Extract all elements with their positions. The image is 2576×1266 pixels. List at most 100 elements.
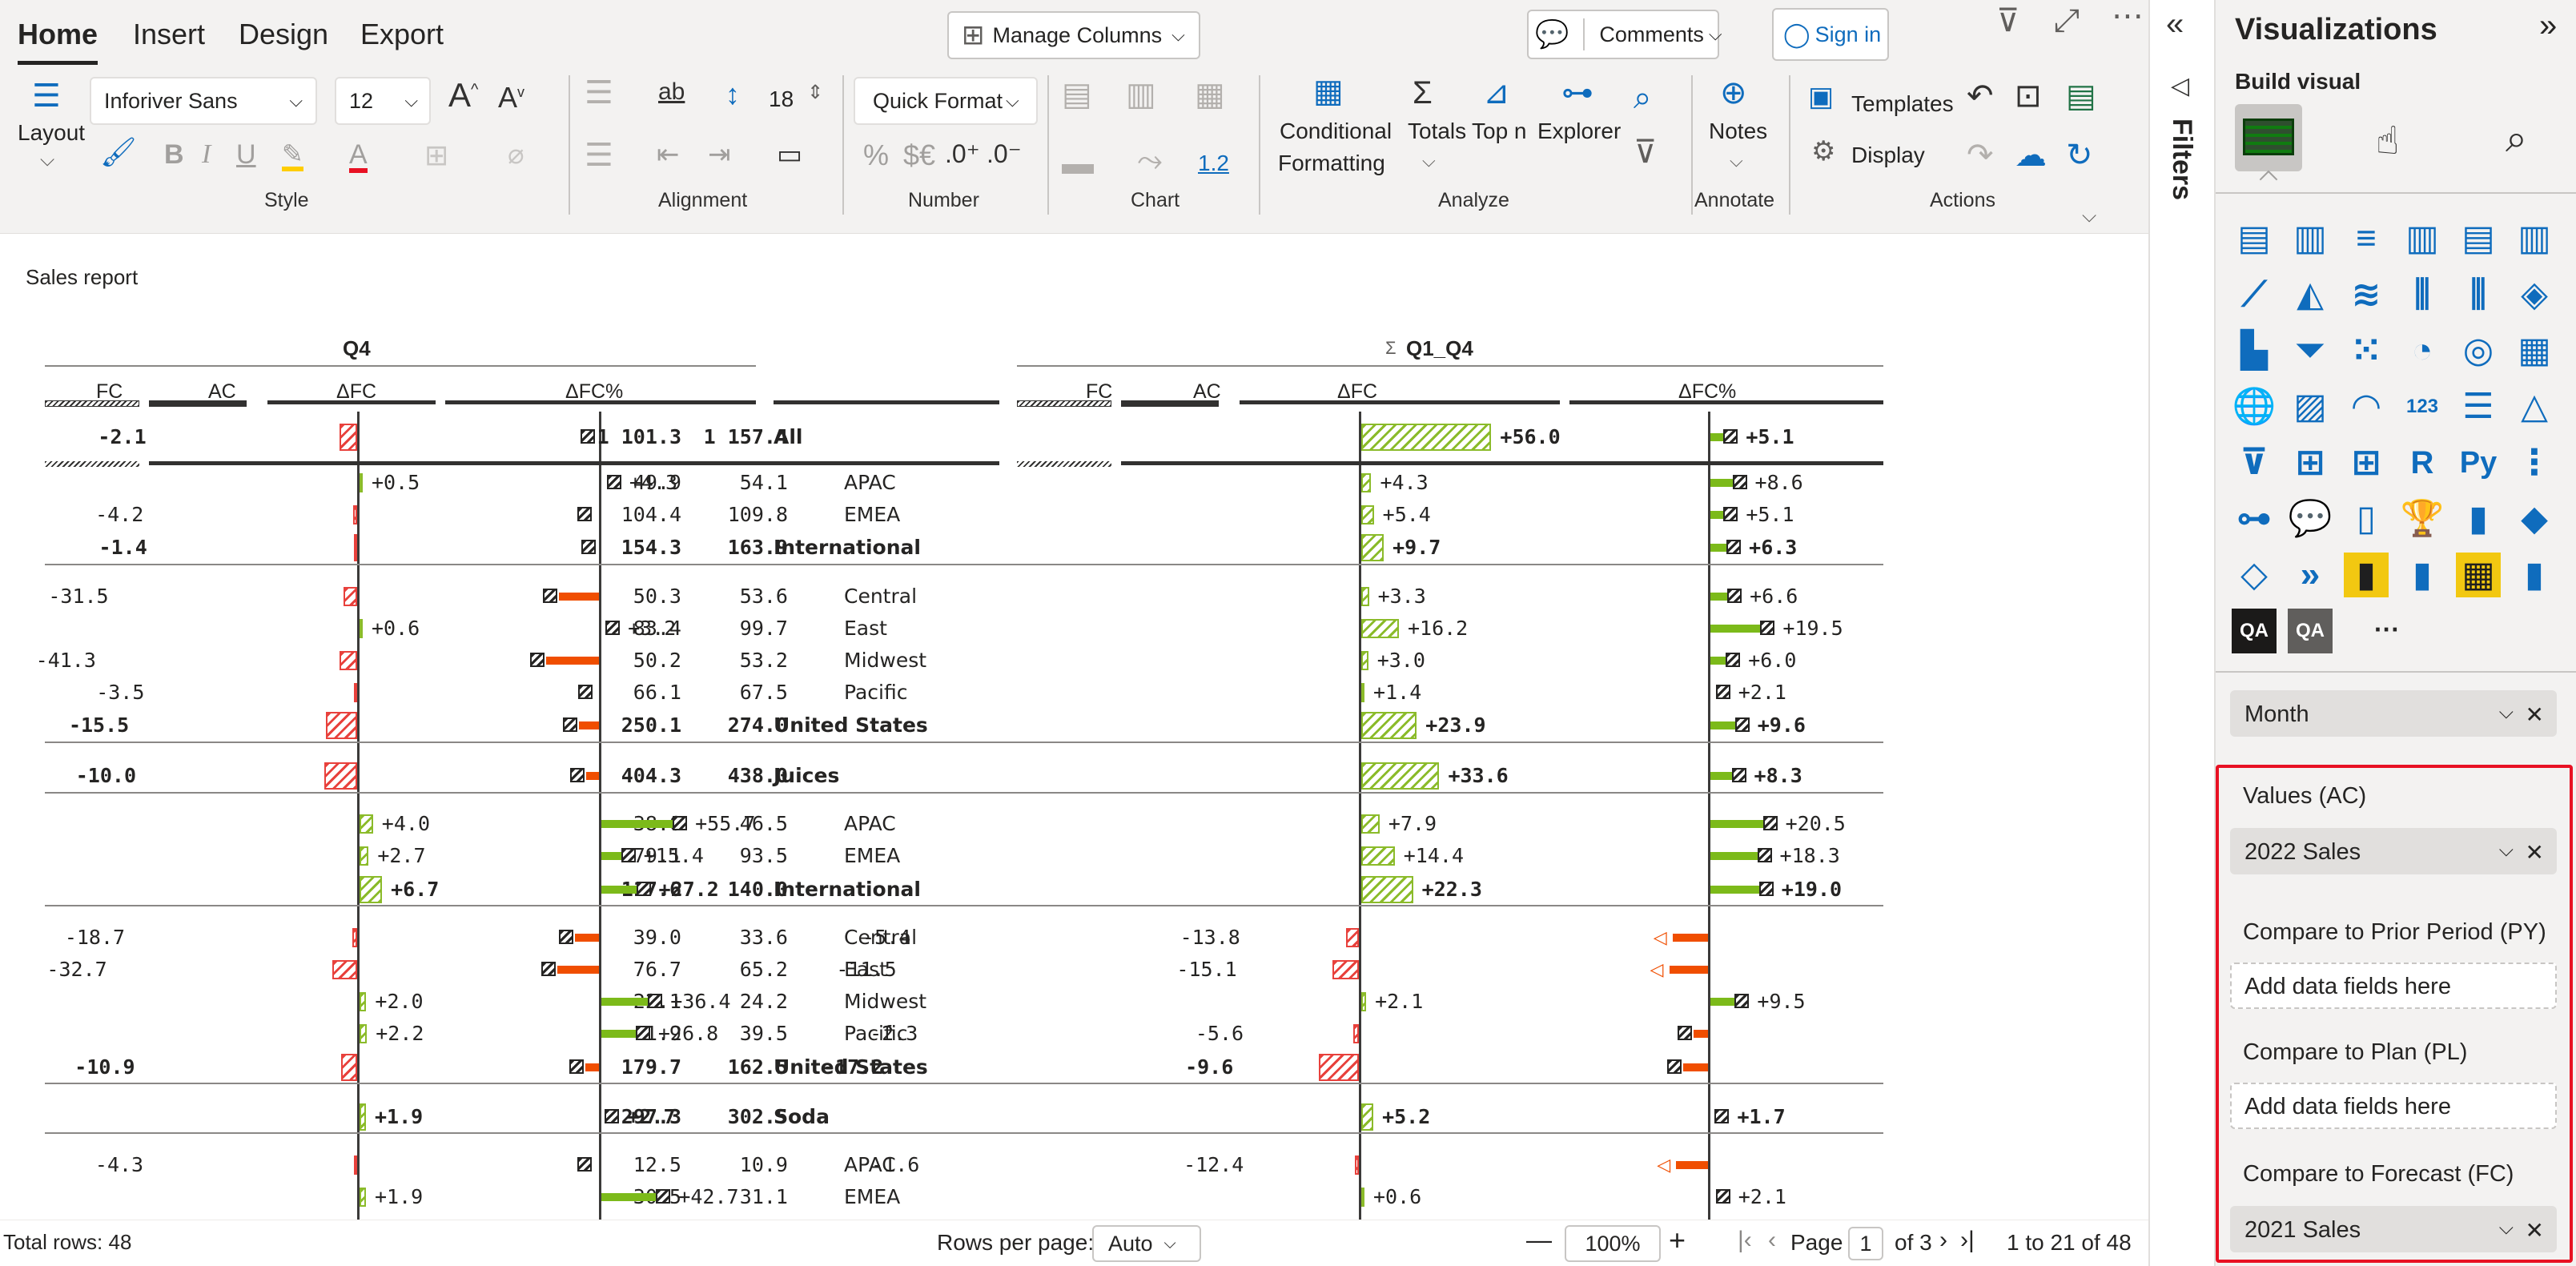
remove-field-icon[interactable]: ✕ — [2526, 839, 2544, 866]
increase-font-icon[interactable]: A^ — [448, 78, 478, 112]
italic-icon[interactable]: I — [202, 141, 211, 168]
analytics-icon[interactable]: ⌕ — [2506, 117, 2527, 162]
decrease-font-icon[interactable]: Av — [498, 83, 524, 112]
axis-field-well[interactable]: Month ⌵ ✕ — [2230, 690, 2557, 737]
waterfall-icon[interactable]: ▙ — [2232, 328, 2277, 373]
bold-icon[interactable]: B — [164, 141, 184, 168]
custom-visual-icon[interactable]: ▮ — [2512, 553, 2557, 597]
stacked-area-icon[interactable]: ≋ — [2344, 272, 2389, 317]
inforiver-icon[interactable]: ▦ — [2456, 553, 2501, 597]
multi-row-card-icon[interactable]: ☰ — [2456, 384, 2501, 429]
table-icon[interactable]: ⊞ — [2288, 440, 2333, 485]
stepper-icon[interactable]: ⇕ — [807, 83, 823, 102]
chevron-down-icon[interactable]: ⌵ — [40, 151, 54, 170]
remove-field-icon[interactable]: ✕ — [2526, 1217, 2544, 1244]
values-ac-field-well[interactable]: 2022 Sales ⌵ ✕ — [2230, 828, 2557, 874]
highlight-color-icon[interactable]: ✎ — [282, 141, 303, 171]
row-height-value[interactable]: 18 — [769, 86, 794, 112]
azure-map-icon[interactable]: ◆ — [2512, 496, 2557, 541]
notes-label[interactable]: Notes — [1709, 119, 1767, 144]
collapse-ribbon-icon[interactable]: ⌵ — [2082, 207, 2096, 226]
align-icon[interactable]: ☰ — [585, 77, 613, 109]
last-page-icon[interactable]: ›| — [1960, 1227, 1975, 1254]
stacked-column-icon[interactable]: ▥ — [2288, 216, 2333, 261]
row-label[interactable]: International — [774, 536, 921, 560]
filled-map-icon[interactable]: ▨ — [2288, 384, 2333, 429]
sign-in-button[interactable]: ◯ Sign in — [1772, 8, 1889, 61]
slicer-icon[interactable]: ⊽ — [2232, 440, 2277, 485]
q1-q4-header[interactable]: Q1_Q4 — [1406, 336, 1473, 360]
search-icon[interactable]: ⌕ — [1634, 82, 1651, 114]
redo-icon[interactable]: ↷ — [1967, 139, 1994, 171]
conditional-formatting-label-1[interactable]: Conditional — [1280, 119, 1392, 144]
more-options-icon[interactable]: ⋯ — [2112, 0, 2144, 32]
row-label[interactable]: Midwest — [844, 990, 926, 1014]
underline-icon[interactable]: U — [236, 141, 256, 168]
expand-pane-icon[interactable]: » — [2539, 8, 2557, 44]
chevron-down-icon[interactable]: ⌵ — [1422, 152, 1436, 170]
clustered-column-icon[interactable]: ▥ — [2400, 216, 2445, 261]
display-label[interactable]: Display — [1851, 143, 1925, 168]
100-column-icon[interactable]: ▥ — [2512, 216, 2557, 261]
bar-chart-icon[interactable]: ▤ — [1062, 78, 1092, 111]
top-n-label[interactable]: Top n — [1472, 119, 1527, 144]
q4-header[interactable]: Q4 — [343, 336, 371, 360]
area-chart-icon[interactable]: ◭ — [2288, 272, 2333, 317]
stacked-bar-icon[interactable]: ▤ — [2232, 216, 2277, 261]
tab-home[interactable]: Home — [18, 18, 98, 51]
row-label[interactable]: Midwest — [844, 649, 926, 673]
gauge-icon[interactable]: ◠ — [2344, 384, 2389, 429]
remove-field-icon[interactable]: ✕ — [2526, 701, 2544, 728]
layout-label[interactable]: Layout — [18, 120, 85, 146]
first-page-icon[interactable]: |‹ — [1738, 1227, 1752, 1254]
row-label[interactable]: APAC — [844, 812, 896, 836]
line-stacked-icon[interactable]: ⫼ — [2456, 272, 2501, 317]
explorer-label[interactable]: Explorer — [1537, 119, 1621, 144]
currency-icon[interactable]: $€ — [903, 141, 935, 170]
font-size-select[interactable]: 12 ⌵ — [335, 77, 431, 125]
font-family-select[interactable]: Inforiver Sans ⌵ — [90, 77, 317, 125]
clear-format-icon[interactable]: ⌀ — [508, 141, 524, 168]
font-color-icon[interactable]: A — [349, 141, 368, 173]
row-label[interactable]: EMEA — [844, 1185, 900, 1209]
collapse-filters-icon[interactable]: « — [2166, 6, 2184, 42]
pie-icon[interactable]: ◔ — [2400, 328, 2445, 373]
prev-page-icon[interactable]: ‹ — [1768, 1227, 1776, 1254]
key-influencers-icon[interactable]: ⋮ — [2512, 440, 2557, 485]
format-painter-icon[interactable]: 🖌 — [100, 138, 137, 167]
smart-narrative-icon[interactable]: ▯ — [2344, 496, 2389, 541]
matrix-icon[interactable]: ⊞ — [2344, 440, 2389, 485]
row-label[interactable]: Pacific — [844, 681, 907, 705]
chevron-down-icon[interactable]: ⌵ — [2499, 1217, 2514, 1240]
row-label[interactable]: EMEA — [844, 503, 900, 527]
focus-mode-icon[interactable]: ⤢ — [2054, 5, 2080, 37]
decomposition-tree-icon[interactable]: ⊶ — [2232, 496, 2277, 541]
conditional-formatting-label-2[interactable]: Formatting — [1278, 151, 1385, 176]
line-column-icon[interactable]: ⫼ — [2400, 272, 2445, 317]
row-label[interactable]: EMEA — [844, 844, 900, 868]
clustered-bar-icon[interactable]: ≡ — [2344, 216, 2389, 261]
vertical-align-icon[interactable]: ☰ — [585, 139, 613, 171]
card-icon[interactable]: 123 — [2400, 384, 2445, 429]
percent-icon[interactable]: % — [863, 141, 889, 170]
ribbon-chart-icon[interactable]: ◈ — [2512, 272, 2557, 317]
tab-design[interactable]: Design — [239, 18, 328, 51]
page-input[interactable]: 1 — [1848, 1227, 1883, 1260]
bullet-chart-icon[interactable]: ▬ — [1062, 147, 1094, 179]
quick-format-select[interactable]: Quick Format ⌵ — [854, 77, 1038, 125]
compare-pl-field-well[interactable]: Add data fields here — [2230, 1083, 2557, 1129]
undo-icon[interactable]: ↶ — [1967, 80, 1994, 112]
rows-per-page-select[interactable]: Auto ⌵ — [1092, 1225, 1201, 1262]
filter-icon[interactable]: ⊽ — [1996, 5, 2019, 37]
refresh-icon[interactable]: ↻ — [2066, 139, 2093, 171]
paginated-report-icon[interactable]: ▮ — [2456, 496, 2501, 541]
decrease-decimal-icon[interactable]: .0⁻ — [987, 141, 1022, 167]
power-automate-icon[interactable]: » — [2288, 553, 2333, 597]
compare-py-field-well[interactable]: Add data fields here — [2230, 963, 2557, 1009]
comments-button[interactable]: 💬 Comments ⌵ — [1527, 10, 1722, 59]
map-icon[interactable]: 🌐 — [2232, 384, 2277, 429]
next-page-icon[interactable]: › — [1939, 1227, 1947, 1254]
row-label[interactable]: APAC — [844, 471, 896, 495]
custom-visual-icon[interactable]: ▮ — [2400, 553, 2445, 597]
cell-padding-icon[interactable]: ▭ — [777, 141, 802, 168]
